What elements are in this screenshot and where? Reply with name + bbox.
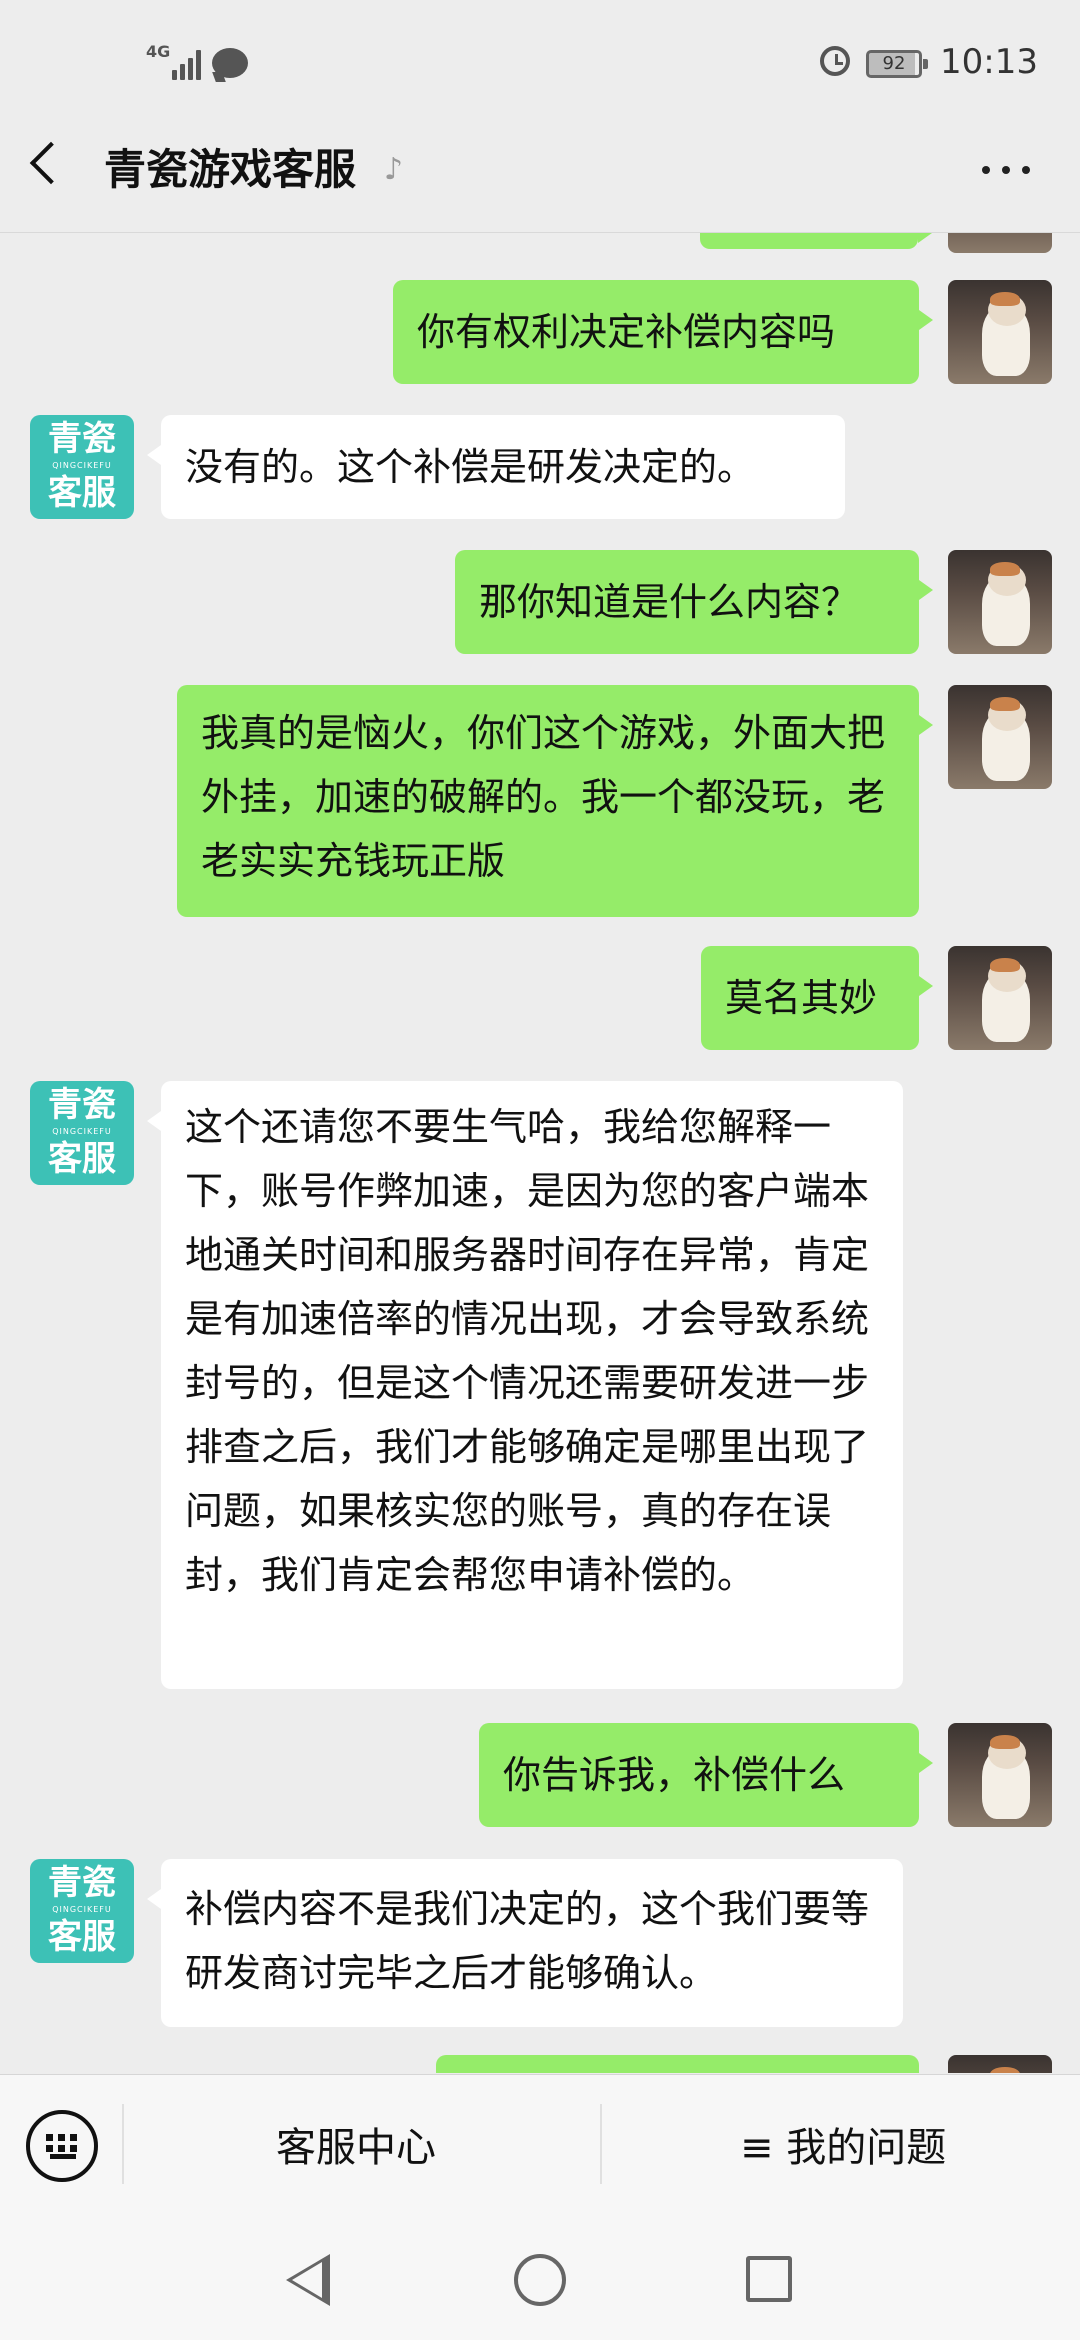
status-bar: 4G 92 10:13 <box>0 0 1080 130</box>
clock: 10:13 <box>940 42 1038 82</box>
message-bubble: 这个还请您不要生气哈，我给您解释一下，账号作弊加速，是因为您的客户端本地通关时间… <box>147 1081 903 1689</box>
battery-indicator: 92 <box>866 50 928 78</box>
message-bubble: 补偿内容不是我们决定的，这个我们要等研发商讨完毕之后才能够确认。 <box>147 1859 903 2027</box>
alarm-icon <box>820 46 850 76</box>
user-avatar[interactable] <box>948 280 1052 384</box>
user-avatar[interactable] <box>948 2055 1052 2073</box>
my-questions-button[interactable]: ≡ 我的问题 <box>740 2116 946 2180</box>
message-bubble: 莫名其妙 <box>701 946 933 1050</box>
chat-title: 青瓷游戏客服 <box>104 145 357 194</box>
cs-avatar[interactable]: 青瓷 QINGCIKEFU 客服 <box>30 415 134 519</box>
chat-messages[interactable]: 你有权利决定补偿内容吗 青瓷 QINGCIKEFU 客服 没有的。这个补偿是研发… <box>0 233 1080 2073</box>
user-avatar[interactable] <box>948 1723 1052 1827</box>
cs-avatar[interactable]: 青瓷 QINGCIKEFU 客服 <box>30 1859 134 1963</box>
user-avatar[interactable] <box>948 946 1052 1050</box>
nav-back-icon[interactable] <box>286 2254 330 2306</box>
ear-icon: ♪ <box>384 152 404 187</box>
message-bubble-partial <box>700 233 932 249</box>
message-bubble: 你告诉我，补偿什么 <box>479 1723 933 1827</box>
service-center-button[interactable]: 客服中心 <box>276 2116 436 2180</box>
user-avatar[interactable] <box>948 233 1052 253</box>
nav-recents-icon[interactable] <box>746 2256 792 2302</box>
message-bubble: 那你知道是什么内容？ <box>455 550 933 654</box>
network-type: 4G <box>146 42 171 61</box>
more-options-icon[interactable] <box>982 166 1032 176</box>
menu-divider <box>600 2104 602 2184</box>
keyboard-icon[interactable] <box>26 2110 98 2182</box>
cs-avatar[interactable]: 青瓷 QINGCIKEFU 客服 <box>30 1081 134 1185</box>
menu-divider <box>122 2104 124 2184</box>
signal-icon <box>172 46 206 80</box>
user-avatar[interactable] <box>948 550 1052 654</box>
message-bubble: 你有权利决定补偿内容吗 <box>393 280 933 384</box>
message-bubble: 我真的是恼火，你们这个游戏，外面大把外挂，加速的破解的。我一个都没玩，老老实实充… <box>177 685 933 917</box>
message-notification-icon <box>212 48 248 78</box>
user-avatar[interactable] <box>948 685 1052 789</box>
nav-home-icon[interactable] <box>514 2254 566 2306</box>
message-bubble: 没有的。这个补偿是研发决定的。 <box>147 415 845 519</box>
message-bubble-partial <box>436 2055 919 2073</box>
